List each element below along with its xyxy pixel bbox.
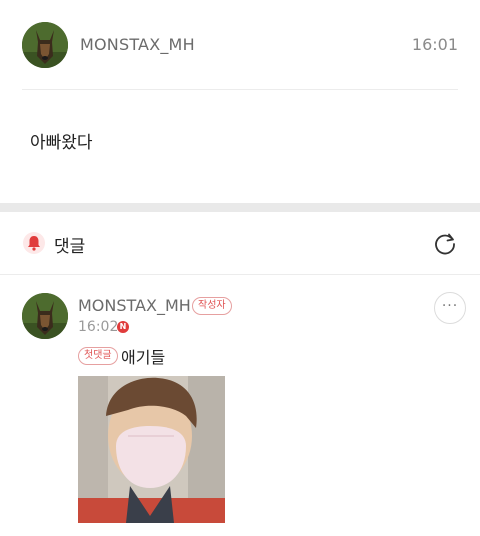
section-separator	[0, 203, 480, 212]
selfie-image	[78, 376, 225, 523]
comment-text: 애기들	[121, 348, 166, 367]
new-badge: N	[117, 321, 129, 333]
commenter-name[interactable]: MONSTAX_MH	[78, 296, 191, 315]
post-timestamp: 16:01	[411, 35, 458, 54]
refresh-icon[interactable]	[432, 231, 458, 257]
dog-avatar-image	[22, 293, 68, 339]
writer-badge: 작성자	[192, 297, 232, 315]
comments-title: 댓글	[54, 237, 86, 257]
bell-icon[interactable]	[22, 231, 46, 255]
comment-item: MONSTAX_MH 작성자 16:02 N ··· 첫댓글 애기들	[0, 275, 480, 536]
post-author-name[interactable]: MONSTAX_MH	[80, 35, 195, 54]
comment-timestamp: 16:02	[78, 319, 119, 335]
more-options-button[interactable]: ···	[434, 292, 466, 324]
first-comment-badge: 첫댓글	[78, 347, 118, 365]
divider	[22, 89, 458, 90]
post-body-text: 아빠왔다	[30, 133, 93, 153]
comment-photo[interactable]	[78, 376, 225, 523]
comments-header: 댓글	[0, 212, 480, 274]
post-header: MONSTAX_MH 16:01	[0, 0, 480, 90]
author-avatar[interactable]	[22, 22, 68, 68]
commenter-avatar[interactable]	[22, 293, 68, 339]
dog-avatar-image	[22, 22, 68, 68]
